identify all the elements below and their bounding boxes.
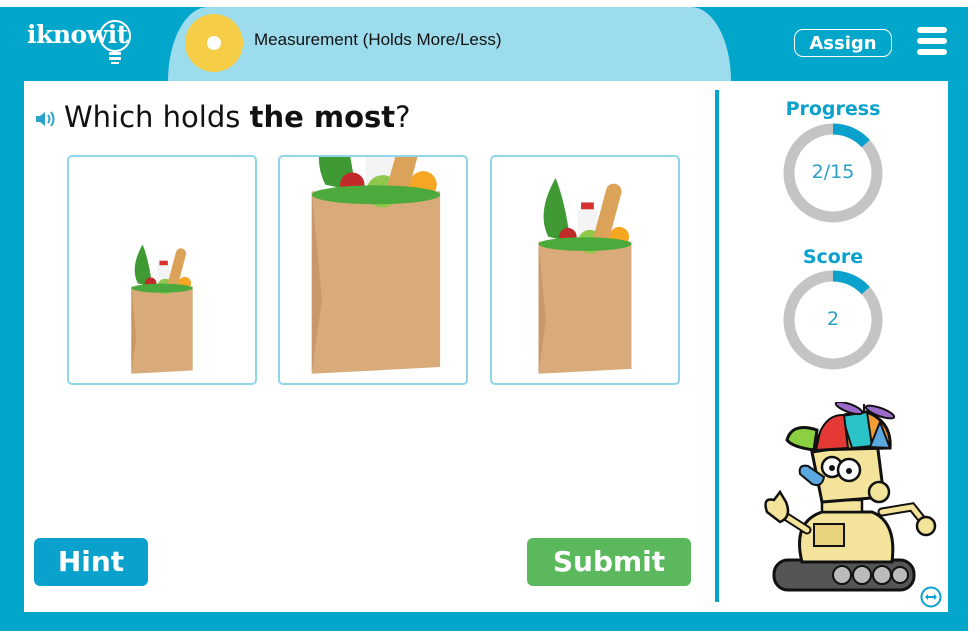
swap-horizontal-icon[interactable] bbox=[920, 586, 942, 608]
answer-card-small[interactable] bbox=[67, 155, 257, 385]
assign-button[interactable]: Assign bbox=[794, 29, 892, 57]
submit-button[interactable]: Submit bbox=[527, 538, 691, 586]
progress-value: 2/15 bbox=[811, 161, 855, 183]
score-value: 2 bbox=[826, 308, 840, 330]
panel-divider bbox=[715, 90, 719, 602]
grocery-bag-small-image bbox=[131, 244, 193, 374]
grocery-bag-medium-image bbox=[538, 177, 632, 374]
hamburger-menu-icon[interactable] bbox=[917, 27, 947, 55]
speaker-icon[interactable] bbox=[34, 109, 60, 129]
logo-bulb-icon bbox=[99, 20, 131, 64]
robot-mascot bbox=[764, 402, 937, 592]
progress-label: Progress bbox=[785, 98, 881, 120]
score-label: Score bbox=[802, 246, 864, 268]
topic-icon bbox=[185, 14, 243, 72]
answer-card-large[interactable] bbox=[278, 155, 468, 385]
answer-card-medium[interactable] bbox=[490, 155, 680, 385]
hint-button[interactable]: Hint bbox=[34, 538, 148, 586]
question-text: Which holds the most? bbox=[64, 100, 411, 134]
grocery-bag-large-image bbox=[311, 157, 441, 374]
topic-title: Measurement (Holds More/Less) bbox=[254, 30, 502, 49]
